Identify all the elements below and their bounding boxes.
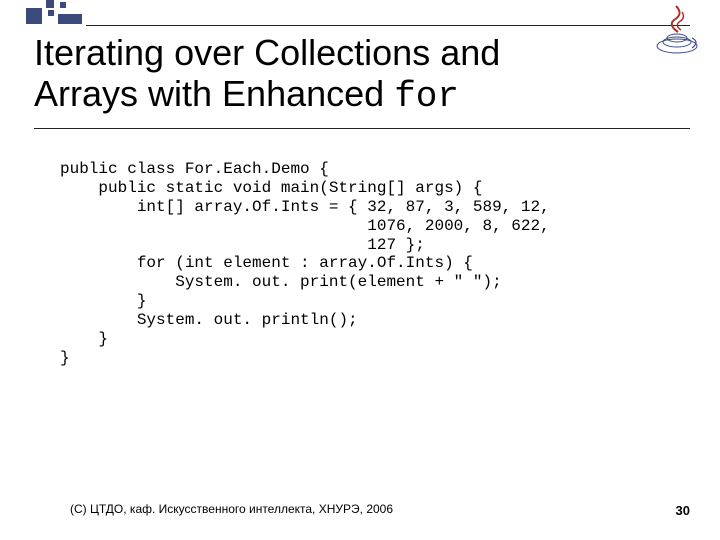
page-number: 30 — [676, 503, 690, 518]
title-line2-prefix: Arrays with Enhanced — [34, 73, 394, 114]
slide-title: Iterating over Collections and Arrays wi… — [34, 32, 620, 118]
code-block: public class For.Each.Demo { public stat… — [60, 160, 700, 368]
top-rule — [86, 25, 690, 26]
title-keyword: for — [394, 76, 459, 117]
footer-text: (C) ЦТДО, каф. Искусственного интеллекта… — [70, 502, 393, 516]
title-line1: Iterating over Collections and — [34, 32, 500, 73]
title-rule — [34, 128, 690, 129]
java-logo-icon — [652, 0, 702, 60]
